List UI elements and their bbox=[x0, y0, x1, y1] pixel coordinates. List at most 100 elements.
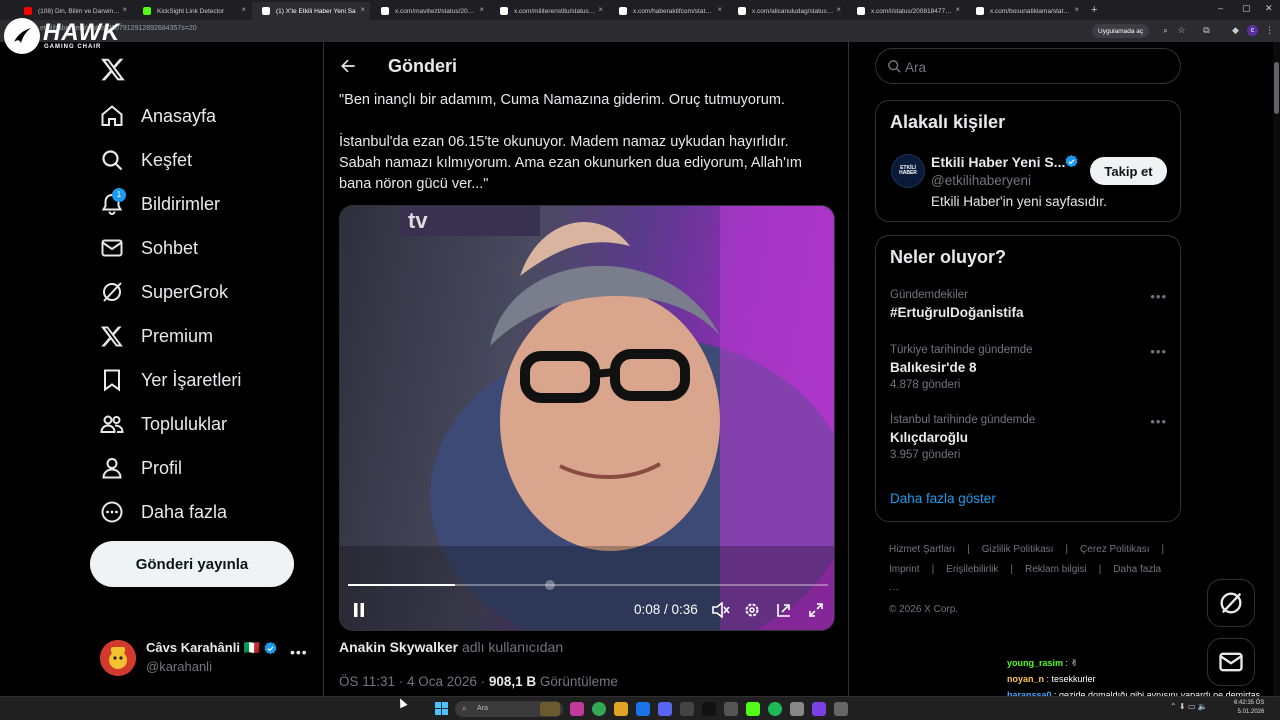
browser-menu-icon[interactable]: ⋮ bbox=[1264, 25, 1275, 36]
browser-tab[interactable]: (1) X'te Etkili Haber Yeni Sa × bbox=[252, 2, 370, 20]
footer-link[interactable]: Çerez Politikası bbox=[1080, 544, 1149, 555]
windows-start-icon[interactable] bbox=[435, 702, 448, 715]
pause-icon[interactable] bbox=[352, 602, 366, 621]
open-in-app-button[interactable]: Uygulamada aç bbox=[1092, 24, 1150, 38]
browser-tab[interactable]: x.com/militerenstitu/status/200 × bbox=[490, 2, 608, 20]
account-more-icon[interactable]: ••• bbox=[290, 644, 308, 660]
footer-link[interactable]: Hizmet Şartları bbox=[889, 544, 955, 555]
tab-close-icon[interactable]: × bbox=[122, 5, 127, 14]
related-avatar[interactable]: ETKİLİ HABER bbox=[891, 154, 925, 188]
taskbar-app-icon[interactable] bbox=[570, 702, 584, 716]
hawk-logo-mark bbox=[4, 18, 40, 54]
grok-fab[interactable] bbox=[1207, 579, 1255, 627]
file-explorer-icon[interactable] bbox=[614, 702, 628, 716]
search-input[interactable] bbox=[905, 57, 1165, 77]
settings-gear-icon[interactable] bbox=[744, 602, 760, 621]
related-name[interactable]: Etkili Haber Yeni S... bbox=[931, 154, 1065, 170]
fullscreen-icon[interactable] bbox=[808, 602, 824, 621]
footer-link[interactable]: Erişilebilirlik bbox=[946, 564, 998, 575]
taskbar-clock[interactable]: 6:42:35 ÖS 5.01.2026 bbox=[1234, 699, 1264, 717]
tray-icons[interactable]: ⌃ ⬇ ▭ 🔈 bbox=[1170, 702, 1208, 711]
trend-item[interactable]: Türkiye tarihinde gündemde Balıkesir'de 8… bbox=[890, 344, 1175, 391]
zoom-icon[interactable]: ⌕ bbox=[1160, 25, 1171, 36]
trend-item[interactable]: İstanbul tarihinde gündemde Kılıçdaroğlu 3… bbox=[890, 414, 1175, 461]
video-buffer-knob[interactable] bbox=[544, 580, 555, 590]
bookmark-star-icon[interactable]: ☆ bbox=[1176, 25, 1187, 36]
mail-icon bbox=[100, 236, 141, 260]
taskbar-widget-icon[interactable] bbox=[540, 702, 560, 716]
profile-avatar-icon[interactable]: c bbox=[1247, 25, 1258, 36]
nav-item-anasayfa[interactable]: Anasayfa bbox=[100, 100, 216, 132]
back-arrow-icon[interactable] bbox=[338, 56, 358, 76]
tab-close-icon[interactable]: × bbox=[717, 5, 722, 14]
new-tab-button[interactable]: + bbox=[1091, 4, 1097, 16]
tab-close-icon[interactable]: × bbox=[598, 5, 603, 14]
post-button[interactable]: Gönderi yayınla bbox=[90, 541, 294, 587]
chat-username[interactable]: noyan_n bbox=[1007, 674, 1044, 684]
nav-item-yer-i-şaretleri[interactable]: Yer İşaretleri bbox=[100, 364, 241, 396]
chat-username[interactable]: young_rasim bbox=[1007, 658, 1063, 668]
taskbar-app-icon[interactable] bbox=[636, 702, 650, 716]
tab-close-icon[interactable]: × bbox=[360, 5, 365, 14]
trend-more-icon[interactable]: ••• bbox=[1150, 414, 1167, 429]
search-icon bbox=[888, 60, 901, 73]
maximize-icon[interactable]: ▢ bbox=[1242, 3, 1251, 14]
nav-item-sohbet[interactable]: Sohbet bbox=[100, 232, 198, 264]
nav-item-daha-fazla[interactable]: Daha fazla bbox=[100, 496, 227, 528]
trend-item[interactable]: Gündemdekiler #ErtuğrulDoğanİstifa ••• bbox=[890, 289, 1175, 320]
tab-close-icon[interactable]: × bbox=[479, 5, 484, 14]
taskbar-app-icon[interactable] bbox=[790, 702, 804, 716]
nav-item-bildirimler[interactable]: 1 Bildirimler bbox=[100, 188, 220, 220]
attribution-user-link[interactable]: Anakin Skywalker bbox=[339, 639, 458, 655]
show-more-link[interactable]: Daha fazla göster bbox=[890, 491, 996, 506]
footer-link[interactable]: Imprint bbox=[889, 564, 920, 575]
trend-more-icon[interactable]: ••• bbox=[1150, 344, 1167, 359]
footer-link[interactable]: Gizlilik Politikası bbox=[982, 544, 1054, 555]
taskbar-app-icon[interactable] bbox=[680, 702, 694, 716]
video-player[interactable]: tv 0:08 / 0:36 bbox=[339, 205, 835, 631]
steam-icon[interactable] bbox=[702, 702, 716, 716]
extension-purple-icon[interactable]: ◆ bbox=[1230, 25, 1241, 36]
account-switcher[interactable]: Câvs Karahânli 🇮🇹 @karahanli ••• bbox=[100, 638, 310, 678]
nav-item-profil[interactable]: Profil bbox=[100, 452, 182, 484]
discord-icon[interactable] bbox=[658, 702, 672, 716]
dock-video-icon[interactable] bbox=[776, 602, 792, 621]
minimize-icon[interactable]: – bbox=[1218, 3, 1223, 13]
browser-tab[interactable]: x.com/alicanuludag/status/200 × bbox=[728, 2, 846, 20]
browser-tab[interactable]: x.com/haberaktifcom/status/20 × bbox=[609, 2, 727, 20]
taskbar-app-icon[interactable] bbox=[812, 702, 826, 716]
trend-more-icon[interactable]: ••• bbox=[1150, 289, 1167, 304]
trends-title: Neler oluyor? bbox=[890, 247, 1007, 267]
chrome-icon[interactable] bbox=[592, 702, 606, 716]
browser-tab[interactable]: x.com/bosunatiklama/status/20 × bbox=[966, 2, 1084, 20]
taskbar-app-icon[interactable] bbox=[724, 702, 738, 716]
taskbar-app-icon[interactable] bbox=[834, 702, 848, 716]
nav-item-supergrok[interactable]: SuperGrok bbox=[100, 276, 228, 308]
browser-tab[interactable]: x.com/mavitwzt/status/20079 × bbox=[371, 2, 489, 20]
nav-item-premium[interactable]: Premium bbox=[100, 320, 213, 352]
page-scrollbar[interactable] bbox=[1273, 42, 1280, 696]
taskbar-time: 6:42:35 ÖS bbox=[1234, 700, 1265, 706]
kick-icon[interactable] bbox=[746, 702, 760, 716]
extensions-icon[interactable]: ⧉ bbox=[1201, 25, 1212, 36]
communities-icon bbox=[100, 412, 141, 436]
follow-button[interactable]: Takip et bbox=[1090, 157, 1167, 185]
x-logo-icon[interactable] bbox=[100, 56, 126, 82]
tab-close-icon[interactable]: × bbox=[1074, 5, 1079, 14]
volume-icon[interactable] bbox=[712, 601, 730, 621]
browser-tab[interactable]: KickSight Link Detector × bbox=[133, 2, 251, 20]
search-box[interactable] bbox=[875, 48, 1181, 84]
post-timestamp[interactable]: ÖS 11:31 · 4 Oca 2026 · bbox=[339, 674, 489, 689]
browser-tab[interactable]: x.com/i/status/2008184770375 × bbox=[847, 2, 965, 20]
footer-link[interactable]: Reklam bilgisi bbox=[1025, 564, 1087, 575]
tab-close-icon[interactable]: × bbox=[955, 5, 960, 14]
close-window-icon[interactable]: ✕ bbox=[1265, 3, 1273, 14]
tab-close-icon[interactable]: × bbox=[241, 5, 246, 14]
spotify-icon[interactable] bbox=[768, 702, 782, 716]
nav-item-topluluklar[interactable]: Topluluklar bbox=[100, 408, 227, 440]
scrollbar-thumb[interactable] bbox=[1274, 62, 1279, 114]
video-progress-track[interactable] bbox=[348, 580, 828, 590]
nav-item-keşfet[interactable]: Keşfet bbox=[100, 144, 192, 176]
tab-close-icon[interactable]: × bbox=[836, 5, 841, 14]
tab-favicon-icon bbox=[262, 7, 270, 15]
